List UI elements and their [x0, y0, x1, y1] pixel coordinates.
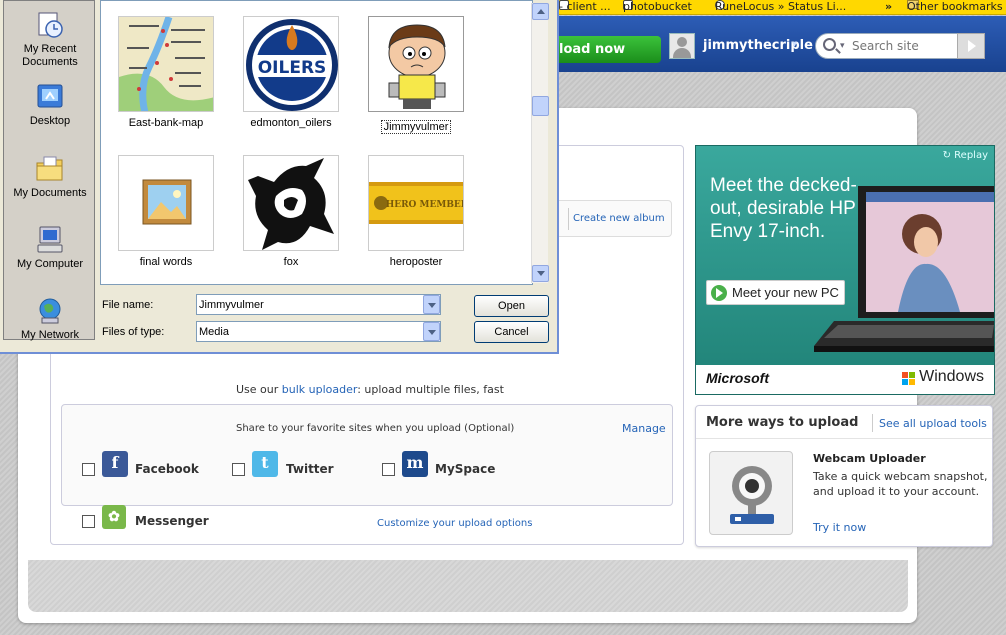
- my-documents-icon: [36, 156, 63, 181]
- avatar[interactable]: [669, 33, 695, 59]
- file-name-combobox[interactable]: [196, 294, 441, 315]
- search-go-button[interactable]: [957, 33, 985, 59]
- oilers-wordmark: OILERS: [258, 58, 327, 78]
- myspace-checkbox[interactable]: [382, 463, 395, 476]
- scroll-down-button[interactable]: [532, 265, 549, 282]
- chevron-down-icon[interactable]: ▾: [792, 39, 797, 50]
- file-thumbnail[interactable]: [118, 155, 214, 251]
- place-my-recent-documents[interactable]: My Recent Documents: [4, 5, 96, 75]
- microsoft-logo: Microsoft: [706, 370, 769, 386]
- more-ways-to-upload: More ways to upload See all upload tools…: [695, 405, 993, 547]
- divider: [568, 208, 569, 230]
- see-all-upload-tools-link[interactable]: See all upload tools: [879, 417, 987, 430]
- files-of-type-dropdown-button[interactable]: [423, 322, 440, 341]
- ad-cta-button[interactable]: Meet your new PC: [706, 280, 845, 305]
- hero-member-text: HERO MEMBER: [386, 200, 464, 210]
- search-scope-chevron-icon[interactable]: ▾: [840, 41, 845, 51]
- file-thumbnail-selected[interactable]: [368, 16, 464, 112]
- share-options-box: Share to your favorite sites when you up…: [61, 404, 673, 506]
- create-new-album-link[interactable]: Create new album: [573, 213, 665, 224]
- file-name-label: East-bank-map: [128, 117, 204, 129]
- try-it-now-link[interactable]: Try it now: [813, 521, 866, 534]
- myspace-icon: m: [402, 451, 428, 477]
- cancel-button[interactable]: Cancel: [474, 321, 549, 343]
- file-open-dialog: My Recent Documents Desktop My Documents: [0, 0, 559, 354]
- windows-logo-icon: [902, 372, 915, 385]
- file-thumbnail[interactable]: OILERS: [243, 16, 339, 112]
- place-desktop[interactable]: Desktop: [4, 77, 96, 147]
- my-computer-icon: [37, 226, 63, 253]
- facebook-icon: f: [102, 451, 128, 477]
- messenger-label: Messenger: [135, 514, 209, 528]
- manage-link[interactable]: Manage: [622, 422, 666, 435]
- cartoon-character-image: [369, 17, 463, 111]
- more-ways-title: More ways to upload: [706, 415, 859, 430]
- messenger-icon: ✿: [102, 505, 126, 529]
- webcam-icon: [730, 466, 774, 524]
- laptop-image: [814, 186, 994, 352]
- files-of-type-label: Files of type:: [102, 326, 165, 338]
- search-input[interactable]: [852, 38, 962, 54]
- scrollbar-thumb[interactable]: [532, 96, 549, 116]
- fox-emblem-image: [244, 156, 338, 250]
- file-name-label: fox: [283, 256, 299, 268]
- bookmarks-overflow-button[interactable]: »: [885, 0, 892, 14]
- places-bar: My Recent Documents Desktop My Documents: [3, 0, 96, 341]
- desktop-icon: [37, 84, 63, 108]
- open-button[interactable]: Open: [474, 295, 549, 317]
- divider: [696, 438, 992, 439]
- image-placeholder-icon: [119, 156, 213, 250]
- file-thumbnail[interactable]: [243, 155, 339, 251]
- customize-upload-options-link[interactable]: Customize your upload options: [377, 518, 532, 529]
- place-my-computer[interactable]: My Computer: [4, 220, 96, 290]
- messenger-checkbox[interactable]: [82, 515, 95, 528]
- twitter-label: Twitter: [286, 462, 334, 476]
- bookmarks-bar: - client ... photobucket RuneLocus » Sta…: [555, 0, 1006, 15]
- scroll-up-button[interactable]: [532, 3, 549, 20]
- file-name-label: final words: [139, 256, 193, 268]
- myspace-label: MySpace: [435, 462, 496, 476]
- file-name-label: Jimmyvulmer: [351, 120, 481, 134]
- file-name-label: edmonton_oilers: [250, 117, 332, 129]
- map-thumbnail-image: [119, 17, 213, 111]
- place-my-network[interactable]: My Network: [4, 291, 96, 361]
- bulk-uploader-link[interactable]: bulk uploader: [282, 383, 357, 396]
- twitter-icon: t: [252, 451, 278, 477]
- file-thumbnail[interactable]: [118, 16, 214, 112]
- bulk-uploader-line: Use our bulk uploader: upload multiple f…: [236, 383, 504, 396]
- facebook-checkbox[interactable]: [82, 463, 95, 476]
- files-of-type-value[interactable]: [199, 324, 419, 339]
- files-of-type-select[interactable]: [196, 321, 441, 342]
- file-view-scrollbar[interactable]: [531, 3, 549, 283]
- file-name-input[interactable]: [199, 297, 419, 312]
- place-my-documents[interactable]: My Documents: [4, 149, 96, 219]
- arrow-right-icon: [711, 285, 727, 301]
- my-network-icon: [39, 298, 61, 324]
- hero-banner-image: HERO MEMBER: [369, 156, 464, 250]
- create-album-control: Create new album: [553, 200, 672, 237]
- share-title: Share to your favorite sites when you up…: [236, 423, 515, 434]
- search-icon: [823, 38, 836, 51]
- ad-replay-button[interactable]: ↻ Replay: [943, 150, 988, 161]
- divider: [872, 414, 873, 432]
- oilers-logo-image: OILERS: [244, 17, 338, 111]
- webcam-uploader-description: Take a quick webcam snapshot, and upload…: [813, 470, 988, 498]
- replay-icon: ↻: [942, 150, 955, 161]
- hp-envy-advertisement[interactable]: ↻ Replay Meet the decked-out, desirable …: [695, 145, 995, 395]
- panel-footer: [28, 560, 908, 612]
- file-thumbnail-view[interactable]: East-bank-map OILERS edmonton_oilers Jim…: [100, 0, 533, 285]
- twitter-checkbox[interactable]: [232, 463, 245, 476]
- file-name-label-text: File name:: [102, 299, 154, 311]
- file-thumbnail[interactable]: HERO MEMBER: [368, 155, 464, 251]
- webcam-uploader-title: Webcam Uploader: [813, 452, 926, 465]
- windows-wordmark: Windows: [919, 368, 984, 385]
- file-name-dropdown-button[interactable]: [423, 295, 440, 314]
- webcam-thumbnail[interactable]: [709, 451, 793, 535]
- facebook-label: Facebook: [135, 462, 199, 476]
- site-header: load now jimmythecriple ▾ ▾: [555, 16, 1006, 72]
- upload-now-button[interactable]: load now: [555, 36, 661, 63]
- ad-footer: Microsoft Windows: [696, 365, 994, 394]
- recent-documents-icon: [38, 12, 63, 38]
- file-name-label: heroposter: [389, 256, 443, 268]
